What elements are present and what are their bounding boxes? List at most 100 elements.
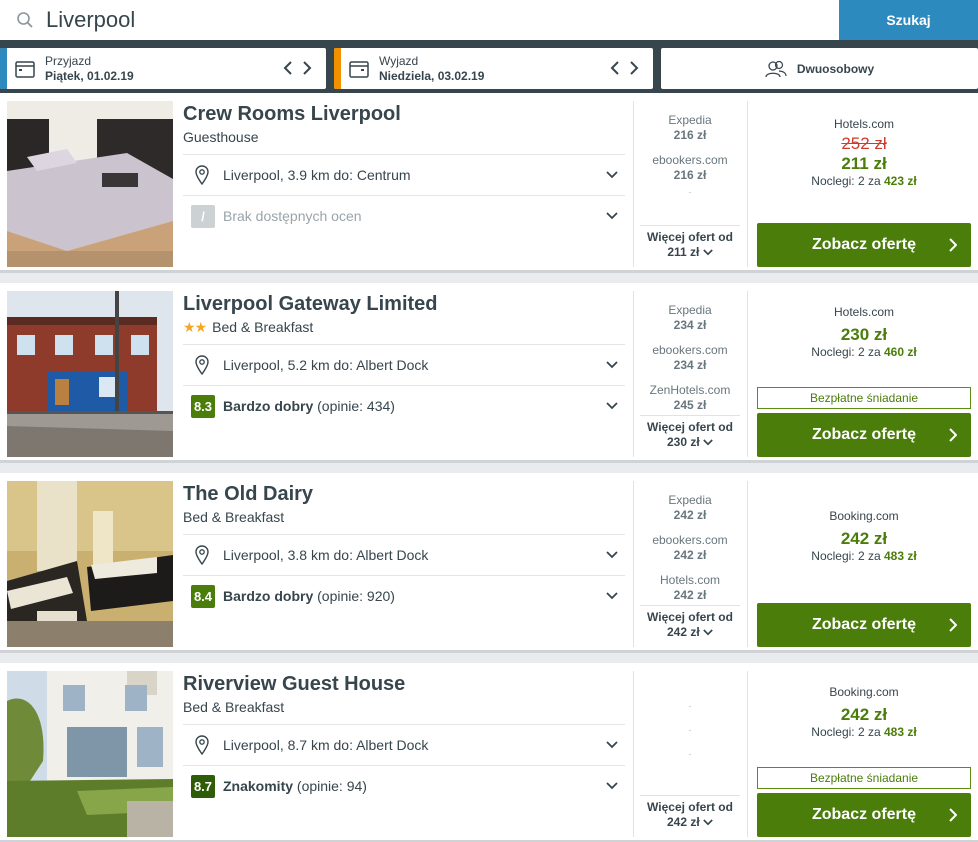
checkin-field[interactable]: Przyjazd Piątek, 01.02.19 [0, 48, 326, 89]
chevron-right-icon[interactable] [298, 58, 314, 78]
offer-provider: ZenHotels.com [649, 383, 731, 397]
chevron-right-icon [949, 618, 957, 632]
chevron-down-icon [606, 171, 618, 179]
offer-provider: ebookers.com [652, 343, 728, 357]
room-type-selector[interactable]: Dwuosobowy [661, 48, 978, 89]
search-button[interactable]: Szukaj [839, 0, 978, 40]
review-count: (opinie: 920) [317, 588, 395, 604]
divider [633, 671, 634, 837]
location-row[interactable]: Liverpool, 8.7 km do: Albert Dock [191, 725, 625, 765]
view-offer-label: Zobacz ofertę [811, 236, 916, 253]
offer-item[interactable]: Hotels.com 242 zł [640, 573, 740, 603]
hotel-result: The Old Dairy Bed & Breakfast Liverpool,… [0, 473, 978, 653]
more-offers-link[interactable]: Więcej ofert od 242 zł [640, 800, 740, 830]
hotel-name[interactable]: The Old Dairy [183, 483, 313, 506]
offer-item[interactable]: ZenHotels.com 245 zł [640, 383, 740, 413]
offer-item[interactable]: Expedia 242 zł [640, 493, 740, 523]
rating-row[interactable]: 8.3 Bardzo dobry (opinie: 434) [191, 386, 625, 426]
more-offers-label: Więcej ofert od [647, 610, 733, 624]
chevron-down-icon [703, 629, 713, 636]
more-offers-price: 242 zł [666, 625, 700, 639]
location-row[interactable]: Liverpool, 5.2 km do: Albert Dock [191, 345, 625, 385]
deal-price: 230 zł [840, 325, 888, 344]
rating-row[interactable]: 8.4 Bardzo dobry (opinie: 920) [191, 576, 625, 616]
location-text: Liverpool, 8.7 km do: Albert Dock [223, 737, 429, 753]
offer-provider: ebookers.com [652, 153, 728, 167]
property-type: Bed & Breakfast [183, 699, 285, 715]
chevron-right-icon [949, 808, 957, 822]
checkout-field[interactable]: Wyjazd Niedziela, 03.02.19 [334, 48, 653, 89]
deal-provider: Booking.com [829, 685, 899, 699]
offer-item[interactable]: ebookers.com 242 zł [640, 533, 740, 563]
more-offers-label: Więcej ofert od [647, 420, 733, 434]
chevron-right-icon[interactable] [625, 58, 641, 78]
view-offer-button[interactable]: Zobacz ofertę [757, 223, 971, 267]
location-text: Liverpool, 3.9 km do: Centrum [223, 167, 411, 183]
divider [633, 101, 634, 267]
chevron-down-icon [606, 402, 618, 410]
rating-text: Bardzo dobry (opinie: 434) [223, 398, 395, 414]
hotel-name[interactable]: Liverpool Gateway Limited [183, 293, 438, 316]
date-bar: Przyjazd Piątek, 01.02.19 Wyjazd Niedzie… [0, 40, 978, 93]
offer-placeholder: - [688, 701, 692, 711]
hotel-photo[interactable] [7, 671, 173, 837]
total-price: 423 zł [884, 174, 917, 188]
search-bar: Liverpool Szukaj [0, 0, 978, 40]
location-pin-icon [195, 545, 209, 565]
rating-text: Bardzo dobry (opinie: 920) [223, 588, 395, 604]
hotel-photo[interactable] [7, 101, 173, 267]
view-offer-button[interactable]: Zobacz ofertę [757, 603, 971, 647]
chevron-left-icon[interactable] [281, 58, 297, 78]
offer-item[interactable]: Expedia 234 zł [640, 303, 740, 333]
hotel-photo[interactable] [7, 291, 173, 457]
offer-price: 234 zł [673, 318, 707, 332]
offer-price: 242 zł [673, 588, 707, 602]
checkin-accent [0, 48, 7, 89]
best-deal[interactable]: Booking.com 242 zł Noclegi: 2 za 483 zł [757, 509, 971, 563]
divider [747, 671, 748, 837]
offer-price: 242 zł [673, 548, 707, 562]
chevron-down-icon [606, 551, 618, 559]
search-input[interactable]: Liverpool [46, 6, 135, 34]
more-offers-link[interactable]: Więcej ofert od 242 zł [640, 610, 740, 640]
more-offers-link[interactable]: Więcej ofert od 230 zł [640, 420, 740, 450]
rating-badge: 8.3 [191, 395, 215, 418]
best-deal[interactable]: Booking.com 242 zł Noclegi: 2 za 483 zł [757, 685, 971, 739]
calendar-icon [349, 61, 369, 78]
best-deal[interactable]: Hotels.com 252 zł 211 zł Noclegi: 2 za 4… [757, 117, 971, 188]
offer-item[interactable]: Expedia 216 zł [640, 113, 740, 143]
free-breakfast-badge: Bezpłatne śniadanie [757, 387, 971, 409]
view-offer-button[interactable]: Zobacz ofertę [757, 413, 971, 457]
chevron-down-icon [606, 782, 618, 790]
rating-label: Bardzo dobry [223, 588, 314, 604]
view-offer-button[interactable]: Zobacz ofertę [757, 793, 971, 837]
property-type: Bed & Breakfast [183, 509, 285, 525]
rating-badge: 8.7 [191, 775, 215, 798]
review-count: (opinie: 94) [296, 778, 367, 794]
review-count: (opinie: 434) [317, 398, 395, 414]
deal-provider: Hotels.com [833, 305, 895, 319]
offer-item[interactable]: ebookers.com 216 zł [640, 153, 740, 183]
chevron-left-icon[interactable] [608, 58, 624, 78]
location-row[interactable]: Liverpool, 3.9 km do: Centrum [191, 155, 625, 195]
total-price: 460 zł [884, 345, 917, 359]
hotel-result: Liverpool Gateway Limited ★★ Bed & Breakf… [0, 283, 978, 463]
hotel-name[interactable]: Riverview Guest House [183, 673, 405, 696]
location-row[interactable]: Liverpool, 3.8 km do: Albert Dock [191, 535, 625, 575]
property-type-label: Bed & Breakfast [212, 319, 314, 335]
location-text: Liverpool, 5.2 km do: Albert Dock [223, 357, 429, 373]
calendar-icon [15, 61, 35, 78]
hotel-name[interactable]: Crew Rooms Liverpool [183, 103, 401, 126]
deal-price: 211 zł [841, 154, 887, 173]
more-offers-link[interactable]: Więcej ofert od 211 zł [640, 230, 740, 260]
total-price: 483 zł [884, 549, 917, 563]
checkin-value: Piątek, 01.02.19 [45, 69, 134, 83]
hotel-result: Riverview Guest House Bed & Breakfast Li… [0, 663, 978, 842]
rating-row[interactable]: 8.7 Znakomity (opinie: 94) [191, 766, 625, 806]
rating-row[interactable]: / Brak dostępnych ocen [191, 196, 625, 236]
best-deal[interactable]: Hotels.com 230 zł Noclegi: 2 za 460 zł [757, 305, 971, 359]
hotel-photo[interactable] [7, 481, 173, 647]
offer-provider: Hotels.com [659, 573, 721, 587]
offer-item[interactable]: ebookers.com 234 zł [640, 343, 740, 373]
nights-prefix: Noclegi: 2 za [811, 725, 881, 739]
